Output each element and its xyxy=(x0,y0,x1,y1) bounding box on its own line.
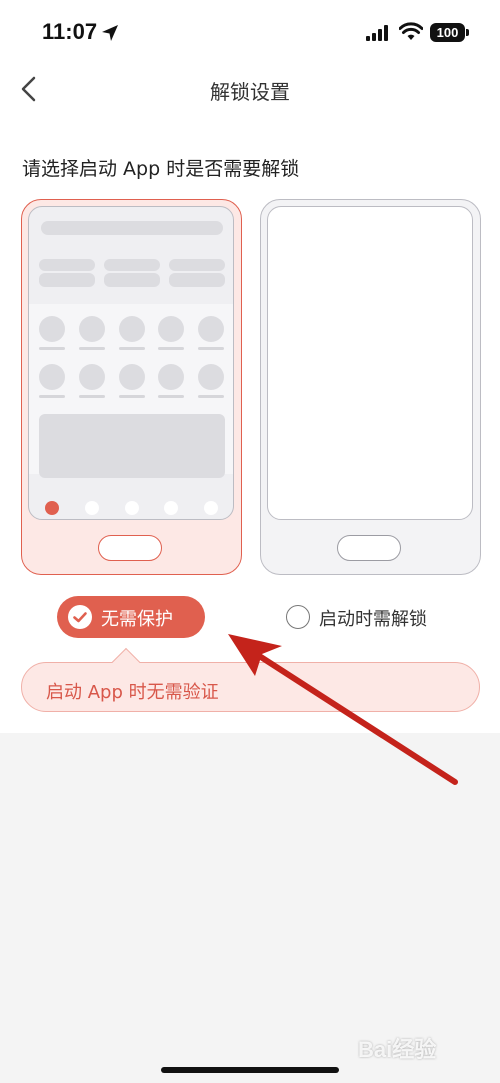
unlock-on-launch-option[interactable]: 启动时需解锁 xyxy=(284,602,454,632)
preview-app-label xyxy=(119,347,145,350)
page-title: 解锁设置 xyxy=(210,80,290,104)
preview-app-icon xyxy=(158,316,184,342)
preview-app-icon xyxy=(79,316,105,342)
preview-content-panel xyxy=(29,304,233,478)
preview-app-label xyxy=(198,395,224,398)
location-arrow-icon xyxy=(102,25,118,41)
unlock-prompt: 请选择启动 App 时是否需要解锁 xyxy=(22,158,300,180)
tooltip-text: 启动 App 时无需验证 xyxy=(46,682,219,703)
home-indicator xyxy=(161,1067,339,1073)
preview-app-label xyxy=(198,347,224,350)
preview-nav-dot xyxy=(85,501,99,515)
preview-app-label xyxy=(39,347,65,350)
cellular-signal-icon xyxy=(366,25,388,41)
preview-nav-dot xyxy=(125,501,139,515)
no-protection-card[interactable] xyxy=(21,199,242,575)
preview-nav-dot xyxy=(204,501,218,515)
preview-home-button xyxy=(337,535,401,561)
wifi-icon xyxy=(399,22,423,40)
no-protection-label: 无需保护 xyxy=(101,609,173,630)
preview-app-label xyxy=(158,395,184,398)
preview-nav-dot xyxy=(164,501,178,515)
preview-app-icon xyxy=(39,364,65,390)
preview-banner xyxy=(39,414,225,478)
preview-tab xyxy=(104,259,160,271)
checkmark-icon xyxy=(68,605,92,629)
preview-app-label xyxy=(119,395,145,398)
baidu-watermark: Bai经验 xyxy=(358,1037,437,1062)
battery-icon: 100 xyxy=(430,23,465,42)
preview-app-label xyxy=(79,347,105,350)
preview-app-icon xyxy=(119,364,145,390)
preview-tab xyxy=(169,273,225,287)
preview-app-icon xyxy=(158,364,184,390)
preview-tab xyxy=(104,273,160,287)
unlock-on-launch-label: 启动时需解锁 xyxy=(319,609,427,630)
unlock-on-launch-card[interactable] xyxy=(260,199,481,575)
preview-app-icon xyxy=(119,316,145,342)
preview-app-icon xyxy=(198,316,224,342)
preview-tab xyxy=(39,273,95,287)
preview-tab xyxy=(39,259,95,271)
preview-app-label xyxy=(39,395,65,398)
preview-search-bar xyxy=(41,221,223,235)
preview-app-icon xyxy=(39,316,65,342)
checkmark-glyph xyxy=(73,612,87,623)
preview-app-icon xyxy=(79,364,105,390)
preview-app-label xyxy=(158,347,184,350)
status-bar: 11:07 100 xyxy=(0,0,500,66)
battery-cap xyxy=(466,29,469,36)
phone-preview-locked xyxy=(267,206,473,520)
preview-nav-dot-active xyxy=(45,501,59,515)
preview-app-icon xyxy=(198,364,224,390)
preview-tab xyxy=(169,259,225,271)
preview-app-label xyxy=(79,395,105,398)
status-time: 11:07 xyxy=(42,19,98,44)
preview-home-button xyxy=(98,535,162,561)
phone-preview-unlocked xyxy=(28,206,234,520)
radio-empty-icon xyxy=(286,605,310,629)
battery-level: 100 xyxy=(436,25,459,40)
no-protection-option[interactable]: 无需保护 xyxy=(57,596,205,638)
